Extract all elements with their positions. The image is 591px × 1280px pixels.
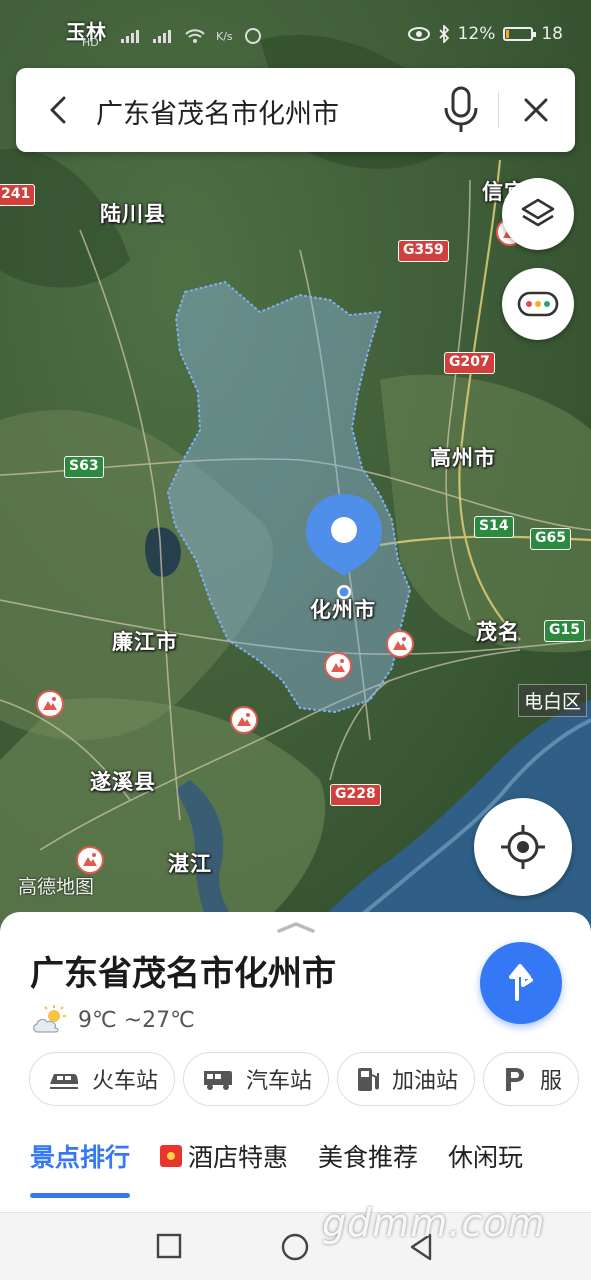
place-zhanjiang[interactable]: 湛江: [168, 848, 212, 878]
signal-icon: [153, 30, 171, 43]
tab-label: 美食推荐: [318, 1143, 419, 1172]
location-pin-icon[interactable]: [304, 492, 384, 604]
traffic-button[interactable]: [502, 268, 574, 340]
scenic-poi-icon[interactable]: [324, 652, 352, 680]
layers-icon: [521, 198, 555, 227]
place-suixi[interactable]: 遂溪县: [90, 766, 156, 796]
tab-label: 酒店特惠: [188, 1143, 289, 1172]
system-navigation-bar: gdmm.com: [0, 1201, 591, 1280]
tab-scenic-ranking[interactable]: 景点排行: [30, 1138, 131, 1198]
chip-train-station[interactable]: 火车站: [29, 1052, 176, 1106]
tab-food[interactable]: 美食推荐: [318, 1138, 418, 1174]
home-icon[interactable]: [281, 1233, 309, 1261]
train-icon: [50, 1074, 78, 1089]
recommend-tabs: 景点排行 酒店特惠 美食推荐 休闲玩: [30, 1138, 523, 1198]
place-gaozhou[interactable]: 高州市: [430, 442, 496, 472]
road-badge-g207: G207: [444, 352, 495, 374]
gas-station-icon: [358, 1068, 380, 1091]
nearby-chips: 火车站 汽车站 加油站 服: [29, 1052, 580, 1106]
status-time: 18: [541, 24, 563, 44]
road-badge-g228: G228: [330, 784, 381, 806]
place-detail-sheet[interactable]: 广东省茂名市化州市 9℃ ~27℃ 火车站 汽车站 加油站 服 景点排行 酒店特…: [0, 912, 591, 1212]
search-divider: [498, 92, 499, 128]
scenic-poi-icon[interactable]: [76, 846, 104, 874]
tab-label: 休闲玩: [448, 1143, 524, 1172]
scenic-poi-icon[interactable]: [230, 706, 258, 734]
status-bar: 玉林 HD K/s 12% 18: [0, 0, 591, 66]
road-badge-g359: G359: [398, 240, 449, 262]
navigate-button[interactable]: [480, 942, 562, 1024]
crosshair-icon: [501, 825, 545, 869]
place-luchuan[interactable]: 陆川县: [100, 198, 166, 228]
signal-icon: [121, 30, 139, 43]
microphone-icon[interactable]: [440, 84, 482, 136]
road-badge-s63: S63: [64, 456, 104, 478]
scenic-poi-icon[interactable]: [36, 690, 64, 718]
scenic-poi-icon[interactable]: [386, 630, 414, 658]
weather-info: 9℃ ~27℃: [30, 1004, 195, 1036]
place-lianjiang[interactable]: 廉江市: [112, 626, 178, 656]
chip-gas-station[interactable]: 加油站: [337, 1052, 476, 1106]
tab-label: 景点排行: [30, 1143, 131, 1172]
road-badge-g65: G65: [530, 528, 571, 550]
status-network: HD: [82, 36, 99, 49]
chip-label: 火车站: [92, 1069, 159, 1094]
red-packet-icon: [160, 1145, 183, 1167]
back-arrow-icon[interactable]: [36, 88, 80, 132]
drag-handle-icon[interactable]: [275, 920, 317, 934]
search-query[interactable]: 广东省茂名市化州市: [96, 92, 339, 131]
chip-service-area[interactable]: 服: [483, 1052, 580, 1106]
place-maoming[interactable]: 茂名: [476, 616, 520, 646]
place-title: 广东省茂名市化州市: [30, 954, 336, 994]
bluetooth-icon: [438, 25, 449, 43]
tab-hotel-deals[interactable]: 酒店特惠: [160, 1138, 288, 1174]
search-bar[interactable]: 广东省茂名市化州市: [16, 68, 575, 152]
my-location-button[interactable]: [474, 798, 572, 896]
route-arrow-icon: [509, 964, 533, 1001]
road-badge-g15: G15: [544, 620, 585, 642]
road-badge-241: 241: [0, 184, 36, 206]
close-icon[interactable]: [514, 88, 558, 132]
wifi-icon: [185, 29, 205, 43]
battery-icon: [503, 27, 537, 41]
parking-icon: [506, 1068, 525, 1091]
chip-bus-station[interactable]: 汽车站: [183, 1052, 330, 1106]
sync-icon: [244, 28, 261, 44]
traffic-lights-icon: [517, 291, 559, 317]
district-label-dianbai[interactable]: 电白区: [518, 684, 588, 717]
chip-label: 服: [540, 1069, 563, 1094]
tab-leisure[interactable]: 休闲玩: [448, 1138, 523, 1174]
recent-apps-icon[interactable]: [156, 1233, 182, 1259]
road-badge-s14: S14: [474, 516, 514, 538]
partly-cloudy-icon: [33, 1005, 66, 1033]
map-brand-logo: 高德地图: [18, 876, 95, 898]
layers-button[interactable]: [502, 178, 574, 250]
chip-label: 汽车站: [246, 1069, 313, 1094]
battery-percent: 12%: [457, 24, 496, 44]
status-speed: K/s: [216, 29, 233, 43]
bus-icon: [204, 1071, 233, 1090]
chip-label: 加油站: [392, 1069, 459, 1094]
eye-icon: [407, 27, 430, 41]
temperature-range: 9℃ ~27℃: [78, 1007, 195, 1033]
watermark: gdmm.com: [322, 1201, 546, 1245]
